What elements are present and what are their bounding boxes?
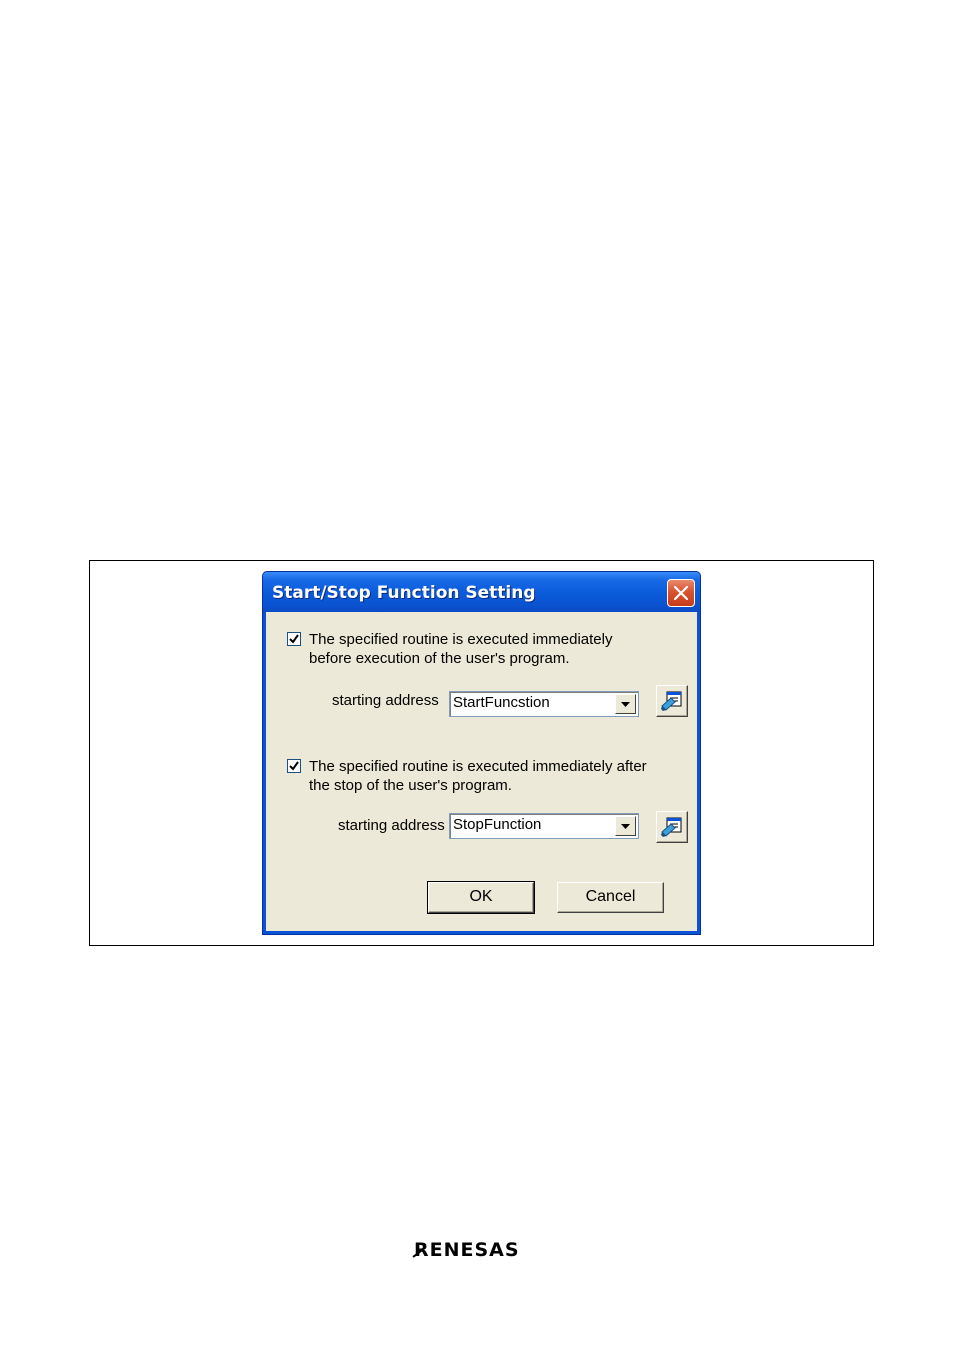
dialog-title: Start/Stop Function Setting [272,583,536,603]
start-address-dropdown-button[interactable] [615,694,636,714]
start-address-browse-button[interactable] [656,685,688,717]
browse-symbol-icon [661,691,682,711]
stop-routine-checkbox[interactable] [287,759,301,773]
stop-address-dropdown-button[interactable] [615,816,636,836]
stop-address-label: starting address [338,817,445,834]
start-address-combobox[interactable]: StartFuncstion [449,691,639,717]
logo-text: RENESAS [414,1239,520,1261]
ok-button[interactable]: OK [427,881,535,914]
start-routine-checkbox[interactable] [287,632,301,646]
start-address-value: StartFuncstion [453,694,550,711]
checkmark-icon [289,761,299,771]
renesas-logo: RENESAS [412,1239,520,1261]
close-button[interactable] [667,579,695,607]
browse-symbol-icon [661,817,682,837]
stop-routine-description-line1: The specified routine is executed immedi… [309,758,647,775]
close-icon [674,586,688,600]
dialog-titlebar[interactable]: Start/Stop Function Setting [263,572,700,612]
start-address-label: starting address [332,692,439,709]
start-stop-function-dialog: Start/Stop Function Setting The specifie… [262,571,701,935]
checkmark-icon [289,634,299,644]
stop-address-combobox[interactable]: StopFunction [449,813,639,839]
cancel-button[interactable]: Cancel [557,882,664,913]
chevron-down-icon [621,824,630,829]
start-routine-description-line2: before execution of the user's program. [309,650,570,667]
stop-address-browse-button[interactable] [656,811,688,843]
chevron-down-icon [621,702,630,707]
start-routine-description-line1: The specified routine is executed immedi… [309,631,613,648]
stop-routine-description-line2: the stop of the user's program. [309,777,512,794]
stop-address-value: StopFunction [453,816,542,833]
dialog-client-area: The specified routine is executed immedi… [266,612,697,931]
